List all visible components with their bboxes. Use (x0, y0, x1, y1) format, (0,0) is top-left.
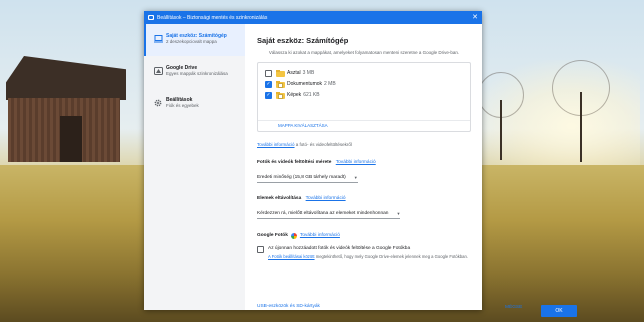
section-title: Fotók és videók feltöltési mérete (257, 159, 332, 165)
folder-list: Asztal 3 MB ✓ Dokumentumok 2 MB ✓ Képek … (257, 61, 471, 132)
google-photos-checkbox[interactable] (257, 245, 264, 253)
google-photos-section: Google Fotók További információ (257, 232, 471, 239)
folder-size: 2 MB (324, 81, 336, 88)
learn-more-link[interactable]: További információ (336, 160, 376, 165)
dropdown-value: Kérdezzen rá, mielőtt eltávolítana az el… (257, 210, 389, 216)
usb-devices-link[interactable]: USB-eszközök és SD-kártyák (257, 304, 320, 309)
google-photos-icon (290, 232, 297, 239)
gear-icon (150, 97, 166, 114)
sidebar-item-my-computer[interactable]: Saját eszköz: Számítógép 2 deszekopciova… (144, 24, 245, 56)
main-panel: Saját eszköz: Számítógép Válassza ki azo… (245, 24, 577, 317)
divider (258, 119, 470, 121)
folder-row-documents[interactable]: ✓ Dokumentumok 2 MB (258, 79, 470, 90)
close-icon[interactable]: ✕ (472, 13, 478, 22)
photo-note-text: a fotó- és videofeltöltésekről (295, 141, 352, 147)
cancel-button[interactable]: MÉGSE (505, 305, 522, 310)
google-photos-note: A Fotók beállításai között megtekinthető… (268, 254, 468, 259)
dropdown-value: Eredeti minőség (15,8 GB tárhely maradt) (257, 174, 346, 180)
folder-size: 621 KB (303, 92, 320, 99)
section-title: Elemek eltávolítása (257, 195, 302, 201)
page-description: Válassza ki azokat a mappákat, amelyeket… (268, 50, 460, 55)
photos-settings-link[interactable]: A Fotók beállításai között (268, 254, 315, 259)
folder-name: Képek (287, 92, 302, 99)
ok-button[interactable]: OK (541, 305, 577, 317)
page-title: Saját eszköz: Számítógép (257, 36, 349, 45)
upload-size-section: Fotók és videók feltöltési mérete Tovább… (257, 160, 471, 165)
sidebar-item-subtitle: Egyes mappák szinkronizálása (166, 71, 228, 76)
tree-crown (478, 72, 524, 118)
deletion-section: Elemek eltávolítása További információ (257, 196, 471, 201)
learn-more-link[interactable]: További információ (300, 233, 340, 238)
folder-checkbox[interactable]: ✓ (265, 91, 272, 99)
learn-more-link[interactable]: További információ (306, 196, 346, 201)
window-title: Beállítások – Biztonsági mentés és szink… (157, 14, 268, 21)
folder-row-pictures[interactable]: ✓ Képek 621 KB (258, 90, 470, 101)
folder-checkbox[interactable] (265, 69, 272, 77)
learn-more-link[interactable]: További információ (257, 142, 295, 147)
google-photos-option[interactable]: Az újonnan hozzáadott fotók és videók fe… (257, 245, 471, 253)
title-bar[interactable]: Beállítások – Biztonsági mentés és szink… (144, 11, 482, 24)
folder-name: Asztal (287, 70, 301, 77)
sidebar: Saját eszköz: Számítógép 2 deszekopciova… (144, 24, 245, 310)
tree-crown (552, 60, 610, 116)
deletion-dropdown[interactable]: Kérdezzen rá, mielőtt eltávolítana az el… (257, 210, 401, 219)
chevron-down-icon: ▼ (353, 174, 358, 180)
google-photos-checkbox-label: Az újonnan hozzáadott fotók és videók fe… (268, 245, 411, 251)
folder-icon (276, 69, 285, 77)
folder-icon (276, 91, 285, 99)
folder-row-desktop[interactable]: Asztal 3 MB (258, 68, 470, 79)
barn-roof (6, 56, 126, 100)
settings-window: Beállítások – Biztonsági mentés és szink… (144, 11, 577, 317)
upload-size-dropdown[interactable]: Eredeti minőség (15,8 GB tárhely maradt)… (257, 175, 358, 183)
photo-upload-note: További információ a fotó- és videofeltö… (257, 142, 471, 147)
chevron-down-icon: ▼ (396, 210, 401, 216)
backup-sync-icon (148, 15, 154, 20)
folder-icon (276, 80, 285, 88)
barn-door (60, 116, 82, 162)
folder-checkbox[interactable]: ✓ (265, 80, 272, 88)
google-photos-note-text: megtekinthető, hogy mely Google Drive-el… (315, 253, 468, 259)
section-title: Google Fotók (257, 233, 288, 239)
sidebar-item-settings[interactable]: Beállítások Fiók és egyebek (144, 88, 245, 120)
sidebar-item-google-drive[interactable]: Google Drive Egyes mappák szinkronizálás… (144, 56, 245, 88)
folder-name: Dokumentumok (287, 81, 323, 88)
sidebar-item-subtitle: 2 deszekopciovalt mappa (166, 39, 217, 44)
drive-icon (150, 65, 166, 82)
laptop-icon (150, 33, 166, 50)
sidebar-item-subtitle: Fiók és egyebek (166, 103, 199, 108)
choose-folder-button[interactable]: MAPPA KIVÁLASZTÁSA (278, 123, 328, 128)
folder-size: 3 MB (302, 70, 315, 77)
